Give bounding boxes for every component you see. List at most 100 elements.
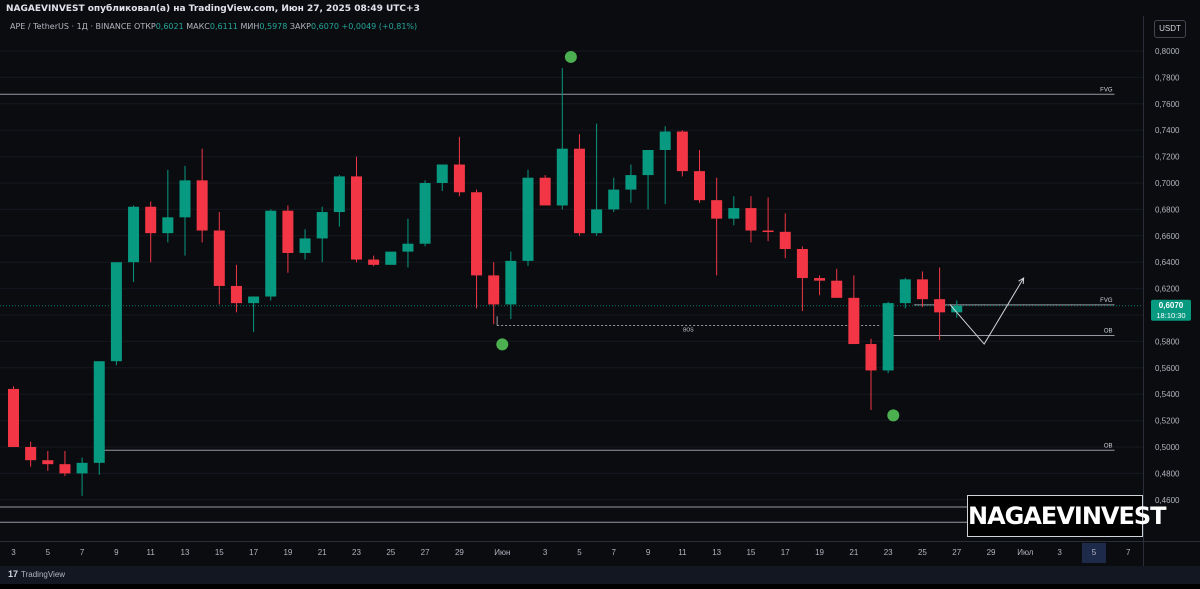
change-value: +0,0049 (+0,81%) — [341, 22, 418, 31]
y-tick-label: 0,7400 — [1155, 126, 1180, 135]
y-tick-label: 0,7800 — [1155, 73, 1180, 82]
x-tick-label: 3 — [543, 548, 548, 557]
publish-header: NAGAEVINVEST опубликовал(а) на TradingVi… — [6, 4, 420, 14]
candle-body — [436, 164, 448, 183]
candle-body — [728, 208, 740, 219]
candle-body — [196, 180, 208, 231]
y-tick-label: 0,6600 — [1155, 232, 1180, 241]
swing-marker — [564, 50, 577, 63]
x-tick-label: 7 — [612, 548, 617, 557]
x-tick-label: 3 — [11, 548, 16, 557]
candle-body — [762, 230, 774, 233]
candle-body — [608, 189, 620, 210]
price-badge-value: 0,6070 — [1159, 301, 1184, 310]
x-tick-label: 17 — [781, 548, 790, 557]
x-tick-label: 7 — [80, 548, 85, 557]
candle-body — [213, 230, 225, 286]
high-value: 0,6111 — [209, 22, 238, 31]
x-tick-label: 23 — [884, 548, 893, 557]
candle-body — [711, 200, 723, 219]
swing-marker — [887, 409, 900, 422]
candle-body — [145, 206, 157, 234]
y-tick-label: 0,6200 — [1155, 285, 1180, 294]
close-label: ЗАКР — [289, 22, 311, 31]
high-label: МАКС — [186, 22, 210, 31]
x-tick-label: 7 — [1126, 548, 1131, 557]
x-tick-label: 9 — [114, 548, 119, 557]
candle-body — [76, 462, 88, 474]
y-tick-label: 0,6400 — [1155, 258, 1180, 267]
candle-body — [522, 177, 534, 261]
candle-body — [488, 275, 500, 305]
x-tick-label: 27 — [421, 548, 430, 557]
x-tick-label: 19 — [815, 548, 824, 557]
candle-body — [179, 180, 191, 218]
tradingview-logo[interactable]: 17 TradingView — [8, 569, 65, 579]
x-tick-label: 11 — [678, 548, 687, 557]
candle-body — [951, 305, 963, 313]
level-label: FVG — [1100, 87, 1113, 93]
candle-body — [230, 285, 242, 304]
candle-body — [8, 388, 19, 447]
y-tick-label: 0,8000 — [1155, 47, 1180, 56]
author-watermark: NAGAEVINVEST — [967, 495, 1167, 537]
x-tick-label: 19 — [283, 548, 292, 557]
y-tick-label: 0,4800 — [1155, 469, 1180, 478]
candle-body — [642, 150, 654, 176]
tradingview-mark: 17 — [8, 569, 19, 579]
candle-body — [299, 238, 311, 253]
candle-body — [676, 131, 688, 172]
open-label: ОТКР — [134, 22, 156, 31]
x-tick-label: 15 — [215, 548, 224, 557]
candle-body — [333, 176, 345, 213]
symbol-title[interactable]: APE / TetherUS · 1Д · BINANCE — [10, 22, 131, 31]
candle-body — [934, 299, 946, 313]
x-tick-label: 5 — [46, 548, 51, 557]
x-tick-label: 11 — [147, 548, 156, 557]
candle-body — [42, 460, 54, 465]
close-value: 0,6070 — [311, 22, 339, 31]
x-tick-label: 9 — [646, 548, 651, 557]
candle-body — [402, 243, 414, 252]
candle-body — [539, 177, 551, 206]
x-tick-label: 21 — [849, 548, 858, 557]
candle-body — [282, 210, 294, 253]
candle-body — [471, 192, 483, 276]
x-tick-label: 13 — [181, 548, 190, 557]
x-tick-label: Июл — [1017, 548, 1034, 557]
y-tick-label: 0,5400 — [1155, 390, 1180, 399]
candle-body — [162, 217, 174, 234]
x-tick-label: 13 — [712, 548, 721, 557]
candle-body — [865, 344, 877, 371]
candle-body — [573, 148, 585, 234]
candle-body — [505, 260, 517, 305]
x-tick-label: Июн — [494, 548, 510, 557]
y-tick-label: 0,5000 — [1155, 443, 1180, 452]
candle-body — [882, 303, 894, 371]
candle-body — [796, 249, 808, 279]
symbol-info: APE / TetherUS · 1Д · BINANCE ОТКР0,6021… — [10, 22, 417, 31]
candle-body — [59, 464, 71, 474]
y-tick-label: 0,5800 — [1155, 337, 1180, 346]
x-tick-label: 5 — [577, 548, 582, 557]
y-tick-label: 0,6800 — [1155, 205, 1180, 214]
x-tick-label: 25 — [918, 548, 927, 557]
candle-body — [745, 208, 757, 231]
candle-body — [351, 176, 362, 260]
low-value: 0,5978 — [259, 22, 288, 31]
x-tick-label: 15 — [746, 548, 755, 557]
candle-body — [848, 297, 860, 345]
candle-body — [694, 171, 705, 201]
low-label: МИН — [240, 22, 260, 31]
x-tick-label: 17 — [249, 548, 258, 557]
candle-body — [591, 209, 603, 234]
candle-body — [93, 361, 105, 463]
y-tick-label: 0,5200 — [1155, 417, 1180, 426]
x-tick-label: 29 — [455, 548, 464, 557]
candle-body — [659, 131, 671, 150]
candle-body — [556, 148, 568, 206]
tradingview-brand: TradingView — [21, 570, 66, 579]
footer-bar — [0, 566, 1200, 584]
y-tick-label: 0,5600 — [1155, 364, 1180, 373]
currency-button[interactable]: USDT — [1154, 20, 1186, 38]
